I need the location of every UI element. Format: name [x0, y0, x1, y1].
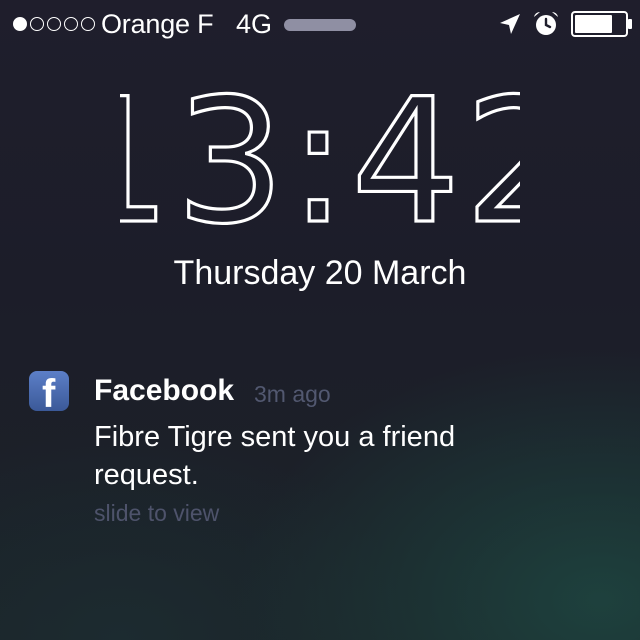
signal-dot	[81, 17, 95, 31]
location-arrow-icon	[500, 14, 520, 34]
signal-dot	[13, 17, 27, 31]
lock-screen-clock: 13:42	[0, 88, 640, 248]
facebook-icon: f	[29, 371, 69, 411]
network-type: 4G	[236, 9, 273, 39]
notification-facebook[interactable]: f Facebook 3m ago Fibre Tigre sent you a…	[0, 368, 640, 538]
notification-app-name: Facebook	[94, 374, 235, 407]
battery-icon	[571, 11, 632, 37]
lock-screen-date: Thursday 20 March	[173, 254, 467, 292]
alarm-clock-icon	[534, 11, 558, 35]
signal-dot	[30, 17, 44, 31]
status-bar: Orange F 4G	[0, 0, 640, 48]
clock-time: 13:42	[120, 88, 520, 248]
carrier-name: Orange F	[101, 9, 214, 39]
slide-to-view-hint[interactable]: slide to view	[94, 500, 219, 527]
notification-message: Fibre Tigre sent you a friend request.	[94, 421, 456, 491]
signal-strength-indicator	[13, 17, 95, 31]
signal-dot	[64, 17, 78, 31]
notification-time: 3m ago	[254, 381, 331, 407]
clock-digits: 13:42	[120, 88, 520, 248]
signal-dot	[47, 17, 61, 31]
network-activity-indicator	[284, 19, 356, 31]
lock-screen: Orange F 4G 13:42 Thursday 20 March f Fa…	[0, 0, 640, 640]
